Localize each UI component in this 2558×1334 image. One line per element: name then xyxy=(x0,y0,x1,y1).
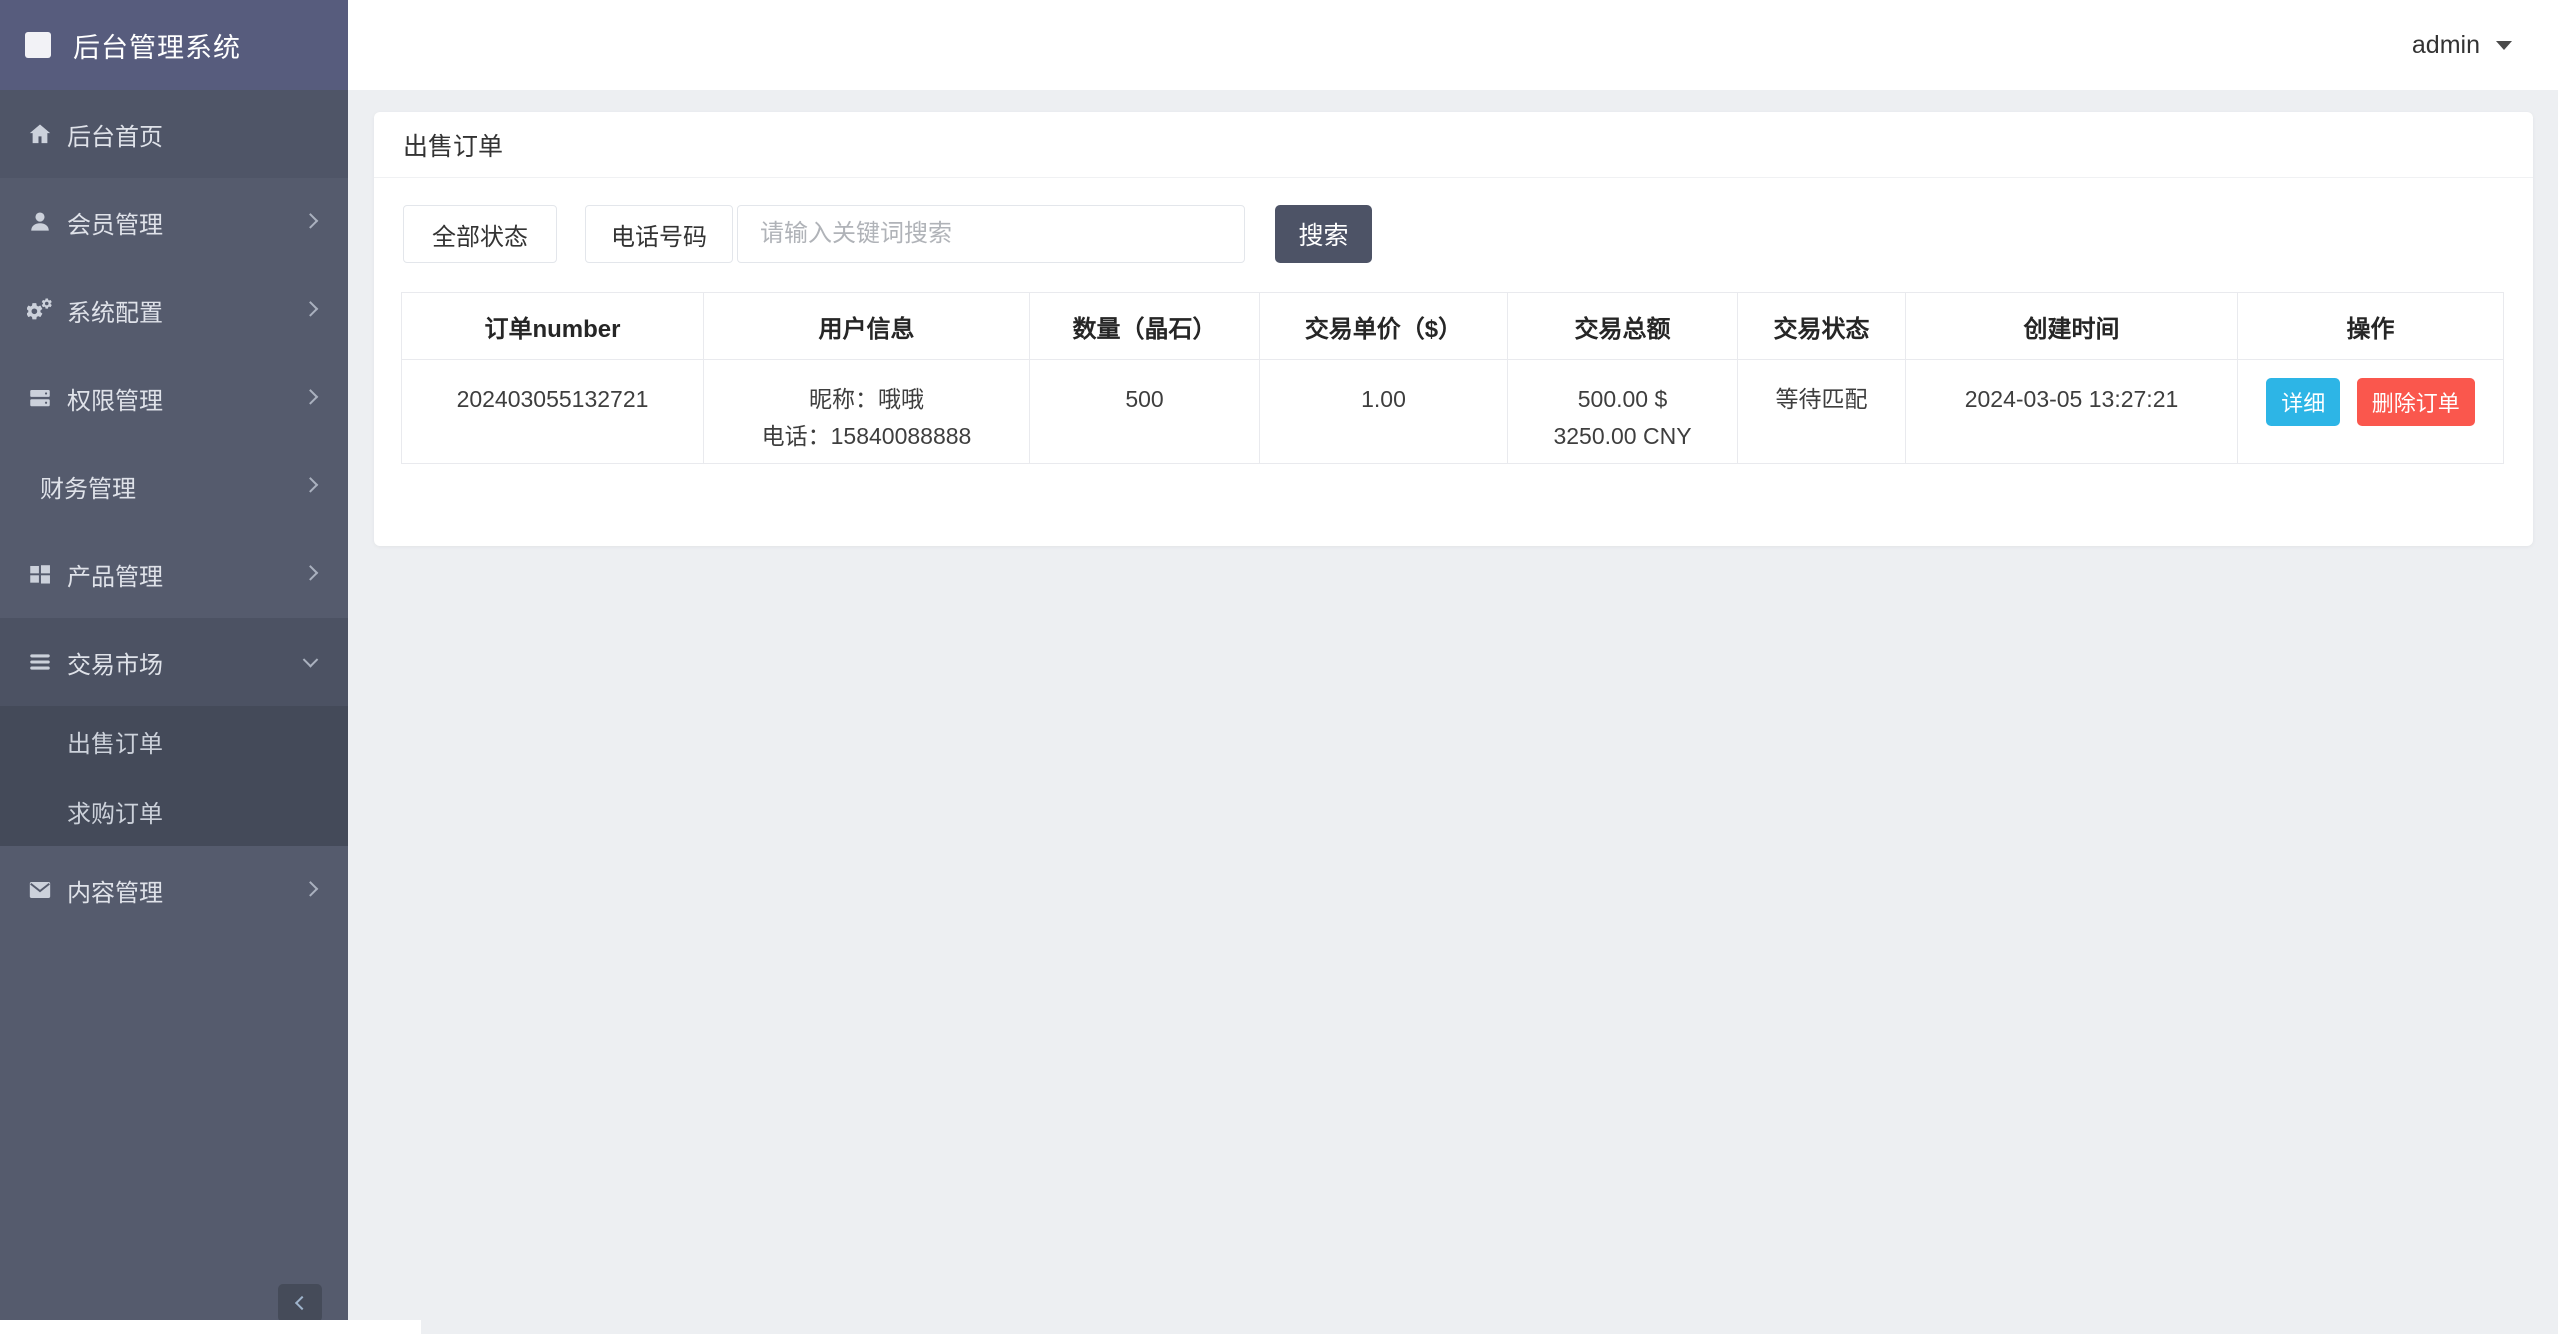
col-unit-price: 交易单价（$） xyxy=(1259,292,1508,360)
table-header-row: 订单number 用户信息 数量（晶石） 交易单价（$） 交易总额 交易状态 创… xyxy=(401,292,2504,360)
caret-down-icon xyxy=(2496,40,2512,50)
sidebar-subitem-buy-orders[interactable]: 求购订单 xyxy=(0,776,348,846)
chevron-down-icon xyxy=(302,652,319,668)
page-title: 出售订单 xyxy=(403,132,504,161)
col-quantity: 数量（晶石） xyxy=(1029,292,1260,360)
col-status: 交易状态 xyxy=(1737,292,1906,360)
cell-order-number: 202403055132721 xyxy=(401,359,704,464)
mail-icon xyxy=(27,877,53,903)
chevron-right-icon xyxy=(302,881,319,897)
table-row: 202403055132721 昵称：哦哦 电话：15840088888 500… xyxy=(401,359,2504,464)
menu-bars-icon xyxy=(27,649,53,675)
topbar: admin xyxy=(348,0,2558,90)
chevron-right-icon xyxy=(302,389,319,405)
sidebar-item-content[interactable]: 内容管理 xyxy=(0,846,348,934)
admin-app: 后台管理系统 后台首页 会员管理 系统配置 权限管理 财务管理 产品管理 交易市… xyxy=(0,0,2558,1334)
col-user-info: 用户信息 xyxy=(703,292,1030,360)
total-usd: 500.00 $ xyxy=(1577,386,1668,412)
cell-status: 等待匹配 xyxy=(1737,359,1906,464)
panel-header: 出售订单 xyxy=(374,112,2533,178)
cell-total: 500.00 $ 3250.00 CNY xyxy=(1507,359,1738,464)
col-actions: 操作 xyxy=(2237,292,2504,360)
sidebar-item-products[interactable]: 产品管理 xyxy=(0,530,348,618)
cell-actions: 详细 删除订单 xyxy=(2237,359,2504,464)
sidebar-item-market[interactable]: 交易市场 xyxy=(0,618,348,706)
grid-icon xyxy=(27,561,53,587)
total-cny: 3250.00 CNY xyxy=(1553,423,1692,449)
col-order-number: 订单number xyxy=(401,292,704,360)
user-nickname: 昵称：哦哦 xyxy=(809,386,924,412)
username-label: admin xyxy=(2411,30,2480,59)
sell-orders-panel: 出售订单 全部状态 电话号码 搜索 订单number 用户信息 数量（晶石） 交… xyxy=(374,112,2533,546)
search-button[interactable]: 搜索 xyxy=(1275,205,1372,263)
delete-order-button[interactable]: 删除订单 xyxy=(2356,378,2475,426)
orders-table: 订单number 用户信息 数量（晶石） 交易单价（$） 交易总额 交易状态 创… xyxy=(401,292,2504,464)
sidebar-item-permissions[interactable]: 权限管理 xyxy=(0,354,348,442)
bottom-white-strip xyxy=(0,1320,421,1334)
chevron-right-icon xyxy=(302,213,319,229)
status-select[interactable]: 全部状态 xyxy=(403,205,557,263)
gears-icon xyxy=(27,297,53,323)
app-title: 后台管理系统 xyxy=(73,32,241,63)
cell-unit-price: 1.00 xyxy=(1259,359,1508,464)
user-dropdown[interactable]: admin xyxy=(2412,0,2512,90)
sidebar-item-home[interactable]: 后台首页 xyxy=(0,90,348,178)
col-created-at: 创建时间 xyxy=(1905,292,2238,360)
sidebar-nav: 后台首页 会员管理 系统配置 权限管理 财务管理 产品管理 交易市场 出售订单 … xyxy=(0,90,348,934)
col-total: 交易总额 xyxy=(1507,292,1738,360)
sidebar-item-members[interactable]: 会员管理 xyxy=(0,178,348,266)
phone-field-select[interactable]: 电话号码 xyxy=(585,205,733,263)
sidebar-item-system-config[interactable]: 系统配置 xyxy=(0,266,348,354)
sidebar-collapse-button[interactable] xyxy=(278,1284,322,1322)
keyword-search-input[interactable] xyxy=(737,205,1245,263)
cell-quantity: 500 xyxy=(1029,359,1260,464)
sidebar-subitem-sell-orders[interactable]: 出售订单 xyxy=(0,706,348,776)
user-phone: 电话：15840088888 xyxy=(761,423,972,449)
home-icon xyxy=(27,121,53,147)
logo-square-icon xyxy=(25,32,51,58)
cell-user-info: 昵称：哦哦 电话：15840088888 xyxy=(703,359,1030,464)
server-icon xyxy=(27,385,53,411)
chevron-right-icon xyxy=(302,477,319,493)
cell-created-at: 2024-03-05 13:27:21 xyxy=(1905,359,2238,464)
filter-bar: 全部状态 电话号码 搜索 xyxy=(403,205,2505,263)
sidebar-item-finance[interactable]: 财务管理 xyxy=(0,442,348,530)
chevron-right-icon xyxy=(302,565,319,581)
detail-button[interactable]: 详细 xyxy=(2266,378,2341,426)
user-icon xyxy=(27,209,53,235)
chevron-left-icon xyxy=(294,1295,310,1311)
chevron-right-icon xyxy=(302,301,319,317)
sidebar: 后台管理系统 后台首页 会员管理 系统配置 权限管理 财务管理 产品管理 交易市… xyxy=(0,0,348,1334)
app-logo: 后台管理系统 xyxy=(0,0,348,90)
